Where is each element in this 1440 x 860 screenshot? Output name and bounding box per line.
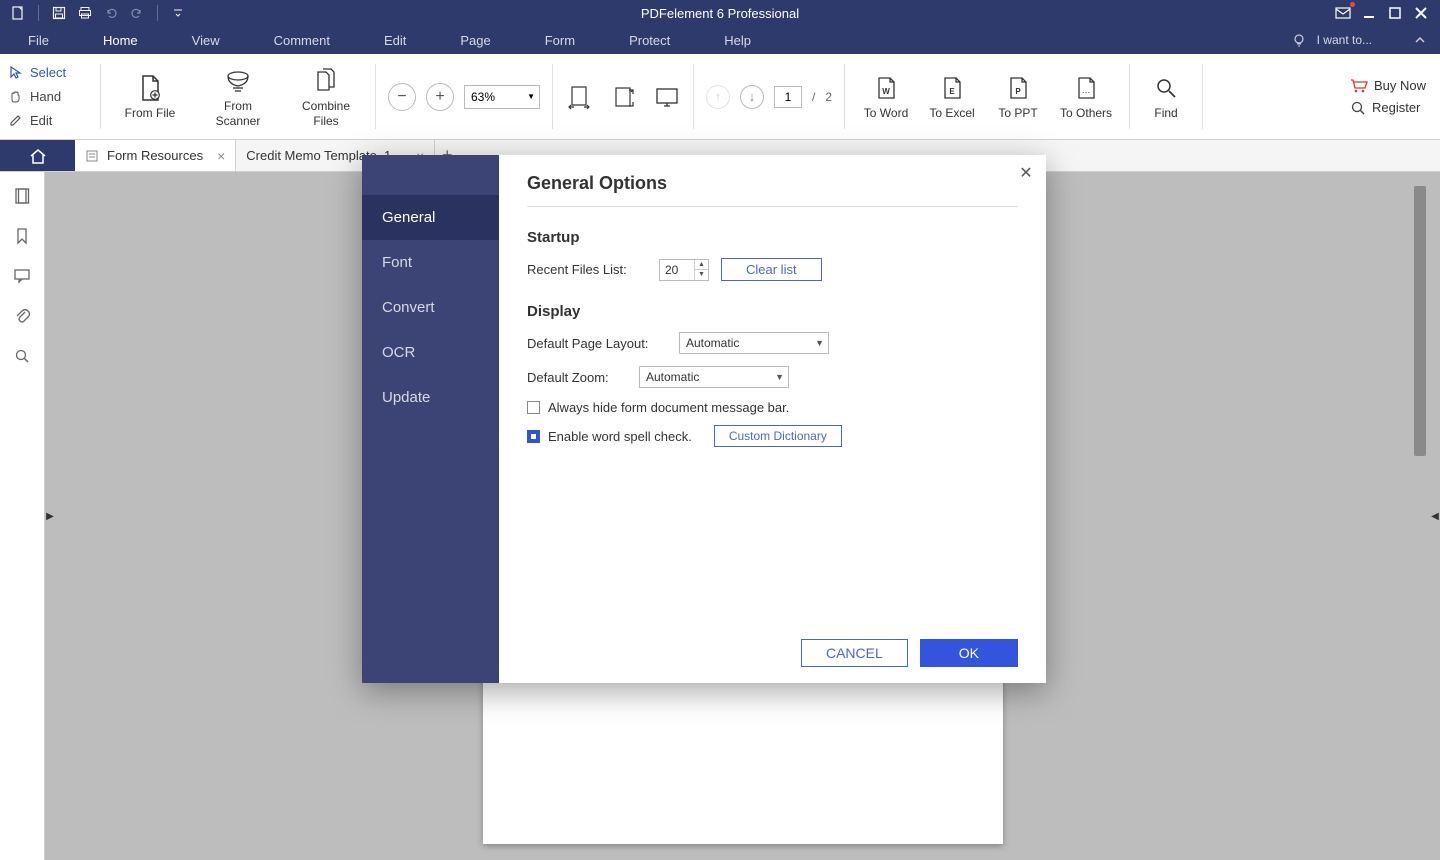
svg-text:…: … bbox=[1082, 85, 1091, 95]
register-button[interactable]: Register bbox=[1350, 100, 1426, 116]
fit-page-button[interactable] bbox=[607, 81, 639, 113]
bookmarks-icon[interactable] bbox=[12, 226, 32, 246]
select-tool[interactable]: Select bbox=[6, 63, 94, 83]
nav-update[interactable]: Update bbox=[362, 375, 499, 420]
page-layout-label: Default Page Layout: bbox=[527, 336, 667, 351]
svg-text:W: W bbox=[882, 87, 890, 96]
dialog-nav: General Font Convert OCR Update bbox=[362, 155, 499, 683]
menu-form[interactable]: Form bbox=[537, 28, 583, 53]
menu-home[interactable]: Home bbox=[95, 28, 146, 53]
scrollbar[interactable] bbox=[1414, 186, 1426, 456]
nav-font[interactable]: Font bbox=[362, 240, 499, 285]
menu-page[interactable]: Page bbox=[452, 28, 498, 53]
nav-general[interactable]: General bbox=[362, 195, 499, 240]
display-heading: Display bbox=[527, 303, 1018, 320]
from-scanner-button[interactable]: From Scanner bbox=[203, 65, 273, 128]
home-tab[interactable] bbox=[0, 140, 75, 171]
app-title: PDFelement 6 Professional bbox=[641, 6, 799, 21]
menu-view[interactable]: View bbox=[184, 28, 228, 53]
default-zoom-combo[interactable]: Automatic▼ bbox=[639, 366, 789, 388]
fullscreen-button[interactable] bbox=[651, 81, 683, 113]
clear-list-button[interactable]: Clear list bbox=[721, 258, 822, 281]
redo-icon[interactable] bbox=[129, 5, 145, 21]
hide-message-bar-checkbox[interactable] bbox=[527, 401, 540, 414]
nav-convert[interactable]: Convert bbox=[362, 285, 499, 330]
buy-now-button[interactable]: Buy Now bbox=[1350, 78, 1426, 94]
page-sep: / bbox=[812, 90, 815, 104]
to-excel-button[interactable]: ETo Excel bbox=[925, 72, 979, 120]
close-icon[interactable] bbox=[1412, 4, 1430, 22]
page-number-input[interactable] bbox=[774, 86, 802, 108]
save-icon[interactable] bbox=[51, 5, 67, 21]
app-logo-icon bbox=[10, 5, 26, 21]
thumbnails-icon[interactable] bbox=[12, 186, 32, 206]
spinner-up-icon[interactable]: ▲ bbox=[694, 260, 708, 271]
spell-check-checkbox[interactable] bbox=[527, 430, 540, 443]
search-panel-icon[interactable] bbox=[12, 346, 32, 366]
menubar: File Home View Comment Edit Page Form Pr… bbox=[0, 26, 1440, 54]
edit-tool[interactable]: Edit bbox=[6, 111, 94, 131]
to-ppt-button[interactable]: PTo PPT bbox=[991, 72, 1045, 120]
minimize-icon[interactable] bbox=[1360, 4, 1378, 22]
find-button[interactable]: Find bbox=[1144, 72, 1188, 120]
recent-files-label: Recent Files List: bbox=[527, 262, 647, 277]
dialog-title: General Options bbox=[527, 173, 1018, 194]
svg-text:P: P bbox=[1015, 87, 1021, 96]
spell-check-label: Enable word spell check. bbox=[548, 429, 692, 444]
prev-page-button[interactable]: ↑ bbox=[706, 85, 730, 109]
default-zoom-label: Default Zoom: bbox=[527, 370, 627, 385]
i-want-to-link[interactable]: I want to... bbox=[1317, 33, 1372, 47]
fit-width-button[interactable] bbox=[563, 81, 595, 113]
zoom-out-button[interactable]: − bbox=[388, 83, 416, 111]
page-total: 2 bbox=[825, 90, 832, 104]
ribbon: Select Hand Edit From File From Scanner … bbox=[0, 54, 1440, 140]
maximize-icon[interactable] bbox=[1386, 4, 1404, 22]
zoom-in-button[interactable]: + bbox=[426, 83, 454, 111]
comments-icon[interactable] bbox=[12, 266, 32, 286]
undo-icon[interactable] bbox=[103, 5, 119, 21]
menu-protect[interactable]: Protect bbox=[621, 28, 678, 53]
menu-file[interactable]: File bbox=[20, 28, 57, 53]
combine-files-button[interactable]: Combine Files bbox=[291, 65, 361, 128]
next-page-button[interactable]: ↓ bbox=[740, 85, 764, 109]
expand-right-icon[interactable]: ◀ bbox=[1430, 496, 1440, 536]
expand-left-icon[interactable]: ▶ bbox=[45, 496, 55, 536]
hide-message-bar-label: Always hide form document message bar. bbox=[548, 400, 789, 415]
custom-dictionary-button[interactable]: Custom Dictionary bbox=[714, 425, 842, 447]
collapse-ribbon-icon[interactable] bbox=[1412, 32, 1428, 48]
hand-tool[interactable]: Hand bbox=[6, 87, 94, 107]
left-panel bbox=[0, 172, 45, 860]
mail-icon[interactable] bbox=[1334, 4, 1352, 22]
dialog-close-icon[interactable]: ✕ bbox=[1016, 163, 1036, 183]
titlebar: PDFelement 6 Professional bbox=[0, 0, 1440, 26]
page-layout-combo[interactable]: Automatic▼ bbox=[679, 332, 829, 354]
menu-comment[interactable]: Comment bbox=[266, 28, 338, 53]
attachments-icon[interactable] bbox=[12, 306, 32, 326]
tab-form-resources[interactable]: Form Resources × bbox=[75, 140, 236, 171]
zoom-combo[interactable]: 63%▼ bbox=[464, 85, 540, 109]
qat-dropdown-icon[interactable] bbox=[170, 5, 186, 21]
startup-heading: Startup bbox=[527, 229, 1018, 246]
tab-close-icon[interactable]: × bbox=[217, 148, 225, 164]
print-icon[interactable] bbox=[77, 5, 93, 21]
svg-text:E: E bbox=[949, 87, 955, 96]
ok-button[interactable]: OK bbox=[920, 639, 1018, 667]
options-dialog: General Font Convert OCR Update ✕ Genera… bbox=[362, 155, 1046, 683]
spinner-down-icon[interactable]: ▼ bbox=[694, 270, 708, 280]
nav-ocr[interactable]: OCR bbox=[362, 330, 499, 375]
bulb-icon bbox=[1291, 32, 1307, 48]
menu-help[interactable]: Help bbox=[716, 28, 759, 53]
cancel-button[interactable]: CANCEL bbox=[801, 639, 908, 667]
menu-edit[interactable]: Edit bbox=[376, 28, 414, 53]
to-word-button[interactable]: WTo Word bbox=[859, 72, 913, 120]
to-others-button[interactable]: …To Others bbox=[1057, 72, 1115, 120]
from-file-button[interactable]: From File bbox=[115, 72, 185, 120]
recent-files-input[interactable]: 20 ▲▼ bbox=[659, 259, 709, 281]
